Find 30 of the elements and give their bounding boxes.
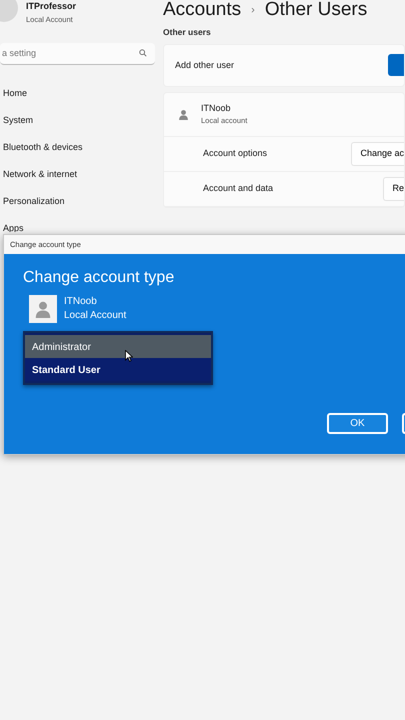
page-title: Other Users: [264, 0, 368, 22]
ok-button[interactable]: OK: [327, 413, 388, 434]
nav-item[interactable]: Personalization: [0, 188, 155, 215]
row-label: Account and data: [203, 182, 274, 195]
user-name: ITProfessor: [26, 0, 76, 13]
account-type: Local Account: [64, 309, 126, 324]
search-field[interactable]: a setting: [2, 46, 139, 60]
nav-item[interactable]: Network & internet: [0, 160, 155, 188]
dialog-heading: Change account type: [23, 268, 176, 288]
nav-item[interactable]: System: [0, 106, 155, 134]
nav-item[interactable]: Home: [0, 80, 155, 107]
user-name: ITNoob: [64, 295, 98, 310]
add-user-label: Add other user: [175, 58, 234, 72]
row-button[interactable]: Change ac: [351, 142, 404, 166]
person-icon: [178, 108, 189, 120]
cursor-icon: [125, 350, 133, 362]
search-icon: [139, 49, 147, 58]
row-button[interactable]: Re: [383, 177, 404, 200]
section-heading: Other users: [163, 26, 212, 39]
dropdown-option[interactable]: Standard User: [25, 358, 211, 382]
add-account-button[interactable]: [388, 54, 404, 76]
nav-item[interactable]: Bluetooth & devices: [0, 134, 155, 161]
user-name: ITNoob: [201, 102, 232, 115]
row-label: Account options: [203, 147, 268, 160]
search-box[interactable]: a setting: [0, 42, 155, 65]
person-icon: [34, 300, 52, 318]
breadcrumb-separator: ›: [251, 3, 255, 18]
nav-item[interactable]: Apps: [0, 214, 155, 232]
breadcrumb-link[interactable]: Accounts: [163, 0, 242, 22]
dropdown-option[interactable]: Administrator: [25, 335, 211, 358]
